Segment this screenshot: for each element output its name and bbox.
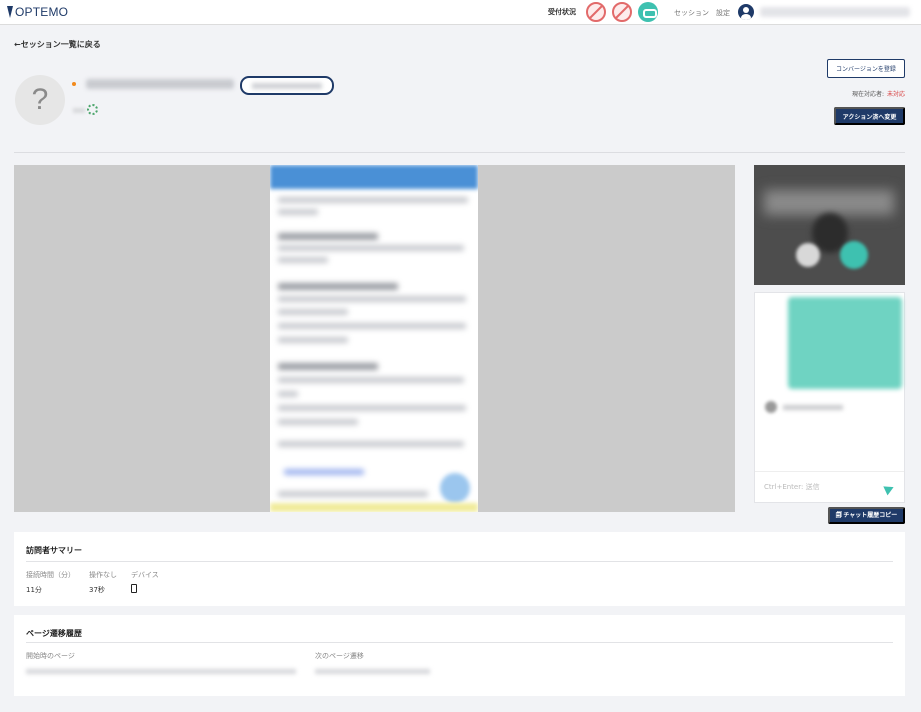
change-to-actioned-button[interactable]: アクション済へ変更	[834, 107, 905, 125]
shared-page-footer-strip	[270, 503, 478, 512]
blur-line	[284, 469, 364, 475]
chat-off-icon[interactable]	[586, 2, 606, 22]
visitor-tag-redacted[interactable]	[240, 76, 334, 95]
send-icon[interactable]	[883, 482, 896, 496]
visitor-name-redacted	[86, 79, 234, 89]
value-idle: 37秒	[89, 586, 105, 594]
page-history-card: ページ遷移履歴 開始時のページ 次のページ遷移	[14, 615, 905, 696]
register-conversion-button[interactable]: コンバージョンを登録	[827, 59, 905, 78]
top-bar: OPTEMO 受付状況 セッション 設定	[0, 0, 921, 25]
blur-line	[278, 296, 466, 302]
chat-input-area[interactable]: Ctrl+Enter: 送信	[755, 471, 904, 503]
blur-line	[278, 405, 466, 411]
visitor-avatar-glyph: ?	[31, 83, 49, 116]
label-next-page: 次のページ遷移	[315, 652, 364, 660]
call-off-icon[interactable]	[612, 2, 632, 22]
value-connection-time: 11分	[26, 586, 42, 594]
chat-visitor-message	[783, 405, 843, 410]
start-page-url-redacted[interactable]	[26, 669, 296, 674]
user-avatar-icon[interactable]	[738, 4, 754, 20]
shared-page-floating-button	[440, 473, 470, 503]
video-on-icon[interactable]	[638, 2, 658, 22]
label-connection-time: 接続時間（分）	[26, 571, 75, 579]
blur-line	[278, 283, 398, 290]
next-page-url-redacted[interactable]	[315, 669, 430, 674]
label-idle: 操作なし	[89, 571, 117, 579]
visitor-sub-redacted	[73, 108, 85, 113]
visitor-summary-title: 訪問者サマリー	[26, 546, 82, 555]
status-label: 受付状況	[548, 8, 576, 16]
logo-text: OPTEMO	[15, 5, 69, 19]
optemo-logo[interactable]: OPTEMO	[7, 5, 68, 19]
page-history-title: ページ遷移履歴	[26, 629, 82, 638]
label-start-page: 開始時のページ	[26, 652, 75, 660]
blur-line	[278, 323, 466, 329]
current-responder: 現在対応者: 未対応	[852, 89, 905, 98]
video-call-panel	[754, 165, 905, 285]
blur-line	[278, 391, 298, 397]
screen-share-view	[14, 165, 735, 512]
card-rule	[26, 642, 893, 643]
shared-page-header	[270, 165, 478, 189]
blur-line	[278, 197, 468, 203]
card-rule	[26, 561, 893, 562]
section-divider	[14, 152, 905, 153]
chat-input-placeholder[interactable]: Ctrl+Enter: 送信	[764, 482, 820, 492]
visitor-avatar: ?	[15, 75, 65, 125]
nav-session[interactable]: セッション	[674, 8, 709, 18]
back-to-sessions-link[interactable]: ←セッション一覧に戻る	[14, 39, 101, 50]
copy-chat-history-button[interactable]: 🗐 チャット履歴コピー	[828, 507, 905, 524]
responder-label: 現在対応者:	[851, 91, 884, 98]
responder-value: 未対応	[886, 91, 905, 98]
blur-line	[278, 309, 348, 315]
chat-visitor-avatar	[765, 401, 777, 413]
blur-line	[278, 233, 378, 240]
blur-line	[278, 337, 348, 343]
blur-line	[278, 257, 328, 263]
logo-mark-icon	[7, 6, 13, 18]
blur-line	[278, 245, 464, 251]
blur-line	[278, 363, 378, 370]
blur-line	[278, 209, 318, 215]
chat-panel: Ctrl+Enter: 送信	[754, 292, 905, 503]
blur-line	[278, 419, 358, 425]
video-overlay-text	[764, 190, 894, 215]
visitor-summary-card: 訪問者サマリー 接続時間（分） 操作なし デバイス 11分 37秒	[14, 532, 905, 606]
shared-page-redacted	[270, 165, 478, 512]
blur-line	[278, 441, 464, 447]
online-status-dot	[72, 82, 76, 86]
nav-settings[interactable]: 設定	[716, 8, 730, 18]
gear-icon[interactable]	[87, 104, 98, 115]
blur-line	[278, 491, 428, 497]
mobile-icon	[131, 584, 137, 593]
user-name-redacted	[760, 7, 910, 17]
video-mute-button[interactable]	[796, 243, 820, 267]
label-device: デバイス	[131, 571, 159, 579]
video-answer-button[interactable]	[840, 241, 868, 269]
chat-message-bubble	[788, 297, 902, 389]
blur-line	[278, 377, 464, 383]
